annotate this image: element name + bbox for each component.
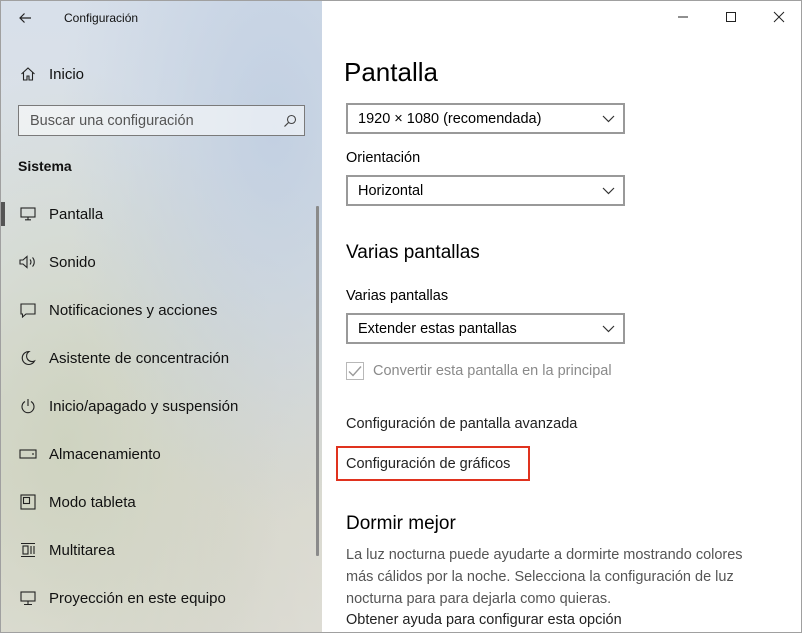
maximize-button[interactable] xyxy=(707,1,755,33)
search-icon[interactable] xyxy=(276,114,304,128)
window-controls xyxy=(659,1,801,33)
sidebar-item-label: Multitarea xyxy=(49,541,115,559)
sidebar-item-label: Asistente de concentración xyxy=(49,349,230,367)
sidebar-item-label: Notificaciones y acciones xyxy=(49,301,218,319)
search-input[interactable] xyxy=(19,111,276,130)
selection-indicator xyxy=(1,202,5,226)
app-title: Configuración xyxy=(64,11,139,25)
sidebar-item-proyeccion[interactable]: Proyección en este equipo xyxy=(1,574,322,622)
back-button[interactable] xyxy=(11,5,39,31)
resolution-dropdown[interactable]: 1920 × 1080 (recomendada) xyxy=(346,103,625,134)
multi-display-value: Extender estas pantallas xyxy=(358,320,517,337)
multi-display-heading: Varias pantallas xyxy=(346,242,480,263)
sidebar-item-asistente[interactable]: Asistente de concentración xyxy=(1,334,322,382)
make-main-display-checkbox[interactable]: Convertir esta pantalla en la principal xyxy=(346,362,612,380)
help-link[interactable]: Obtener ayuda para configurar esta opció… xyxy=(346,612,622,628)
sidebar: Configuración Inicio Sistema xyxy=(1,1,322,632)
close-icon xyxy=(773,11,785,23)
content-pane: Pantalla 1920 × 1080 (recomendada) Orien… xyxy=(322,1,801,632)
sidebar-item-multitarea[interactable]: Multitarea xyxy=(1,526,322,574)
multi-display-dropdown[interactable]: Extender estas pantallas xyxy=(346,313,625,344)
close-button[interactable] xyxy=(755,1,801,33)
notification-icon xyxy=(13,302,43,318)
sidebar-item-label: Proyección en este equipo xyxy=(49,589,226,607)
graphics-settings-link[interactable]: Configuración de gráficos xyxy=(346,456,510,472)
projection-icon xyxy=(13,590,43,606)
sidebar-item-label: Inicio/apagado y suspensión xyxy=(49,397,239,415)
settings-window: Configuración Inicio Sistema xyxy=(0,0,802,633)
back-arrow-icon xyxy=(19,13,31,23)
sidebar-item-label: Modo tableta xyxy=(49,493,136,511)
search-box[interactable] xyxy=(18,105,305,136)
monitor-icon xyxy=(13,207,43,221)
title-bar: Configuración xyxy=(1,1,322,35)
storage-icon xyxy=(13,448,43,460)
sidebar-item-label: Sonido xyxy=(49,253,96,271)
minimize-button[interactable] xyxy=(659,1,707,33)
sidebar-item-pantalla[interactable]: Pantalla xyxy=(1,190,322,238)
orientation-dropdown[interactable]: Horizontal xyxy=(346,175,625,206)
power-icon xyxy=(13,398,43,414)
resolution-value: 1920 × 1080 (recomendada) xyxy=(358,110,542,127)
chevron-down-icon xyxy=(593,115,623,123)
multi-display-label: Varias pantallas xyxy=(346,288,449,304)
sidebar-item-sonido[interactable]: Sonido xyxy=(1,238,322,286)
sleep-heading: Dormir mejor xyxy=(346,513,456,534)
checkmark-icon xyxy=(348,366,362,377)
orientation-label: Orientación xyxy=(346,150,421,166)
sidebar-item-label: Pantalla xyxy=(49,205,104,223)
orientation-value: Horizontal xyxy=(358,182,424,199)
sidebar-item-modo-tableta[interactable]: Modo tableta xyxy=(1,478,322,526)
chevron-down-icon xyxy=(593,187,623,195)
nav-list: Pantalla Sonido Notificaciones y accione… xyxy=(1,190,322,622)
minimize-icon xyxy=(678,16,688,18)
nav-home-label: Inicio xyxy=(49,65,85,83)
advanced-display-link[interactable]: Configuración de pantalla avanzada xyxy=(346,416,577,432)
multitask-icon xyxy=(13,542,43,558)
chevron-down-icon xyxy=(593,325,623,333)
speaker-icon xyxy=(13,255,43,269)
checkbox-box[interactable] xyxy=(346,362,364,380)
maximize-icon xyxy=(726,12,736,22)
make-main-display-label: Convertir esta pantalla en la principal xyxy=(373,363,612,379)
nav-home[interactable]: Inicio xyxy=(1,59,322,89)
sidebar-scrollbar[interactable] xyxy=(316,206,319,556)
sidebar-item-notificaciones[interactable]: Notificaciones y acciones xyxy=(1,286,322,334)
section-title: Sistema xyxy=(18,158,72,174)
home-icon xyxy=(13,66,43,82)
sidebar-item-almacenamiento[interactable]: Almacenamiento xyxy=(1,430,322,478)
sidebar-item-label: Almacenamiento xyxy=(49,445,161,463)
moon-icon xyxy=(13,350,43,366)
tablet-icon xyxy=(13,494,43,510)
sidebar-item-inicio-apagado[interactable]: Inicio/apagado y suspensión xyxy=(1,382,322,430)
page-title: Pantalla xyxy=(344,57,438,87)
sleep-description: La luz nocturna puede ayudarte a dormirt… xyxy=(346,547,743,607)
